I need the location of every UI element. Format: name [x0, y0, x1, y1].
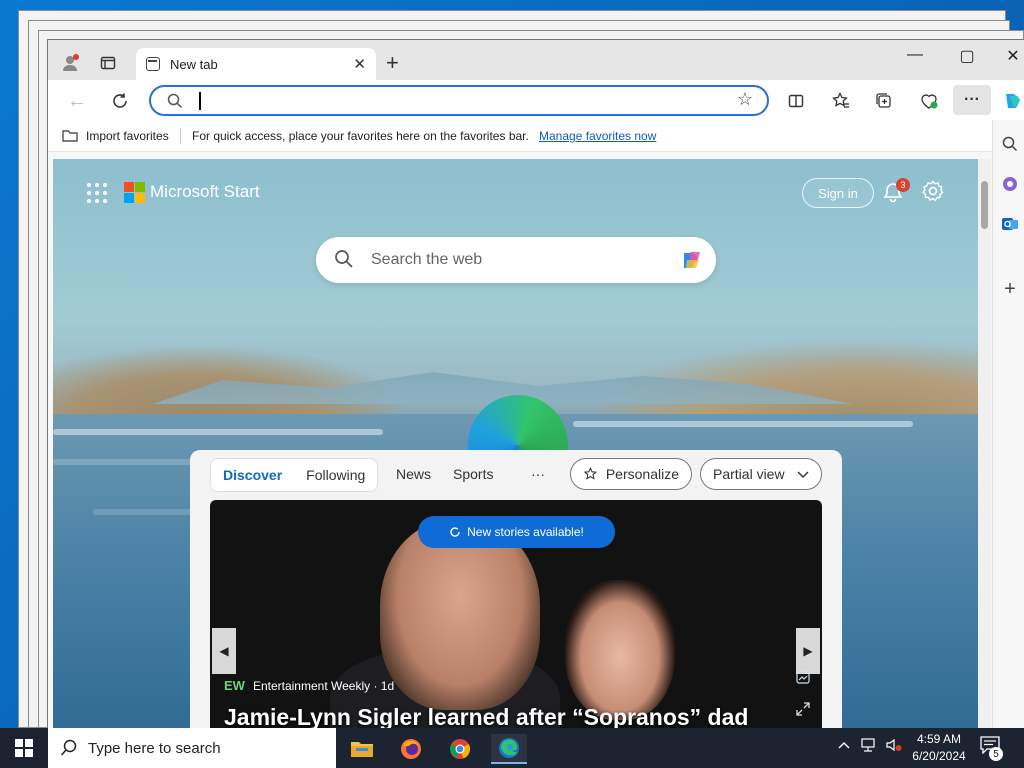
page-settings-gear-icon[interactable]: [921, 179, 947, 205]
web-search-box[interactable]: Search the web: [316, 237, 716, 283]
refresh-spinner-icon: [450, 527, 460, 537]
feed-tab-group: Discover Following: [210, 458, 379, 492]
new-stories-label: New stories available!: [467, 525, 584, 539]
taskbar-search-box[interactable]: Type here to search: [48, 728, 336, 768]
tab-new-tab[interactable]: New tab ✕: [136, 48, 376, 80]
add-favorite-star-icon[interactable]: ☆: [737, 89, 753, 110]
tab-discover[interactable]: Discover: [211, 458, 294, 492]
source-logo: EW: [224, 678, 245, 693]
sidebar-copilot-icon[interactable]: [999, 173, 1021, 195]
start-button[interactable]: [0, 728, 48, 768]
tab-actions-icon[interactable]: [97, 52, 119, 74]
favorites-divider: [180, 128, 181, 144]
action-center-icon[interactable]: 5: [980, 736, 1004, 761]
personalize-button[interactable]: Personalize: [570, 458, 692, 490]
split-screen-icon[interactable]: [783, 88, 809, 114]
feed-nav-news[interactable]: News: [396, 466, 431, 482]
search-icon: [60, 739, 77, 756]
search-placeholder: Search the web: [371, 251, 483, 268]
back-button[interactable]: ←: [64, 88, 90, 114]
feed-nav-sports[interactable]: Sports: [453, 466, 493, 482]
address-bar[interactable]: ☆: [149, 85, 769, 116]
title-bar: New tab ✕ + — ▢ ✕: [48, 40, 1024, 80]
scrollbar-thumb[interactable]: [981, 181, 988, 229]
import-favorites-icon: [62, 130, 78, 142]
file-explorer-icon[interactable]: [344, 734, 380, 764]
search-icon: [334, 249, 354, 274]
clock-date: 6/20/2024: [912, 749, 966, 763]
story-photo-person: [565, 580, 675, 720]
new-tab-button[interactable]: +: [386, 52, 399, 74]
system-tray: [838, 738, 902, 755]
page-scrollbar[interactable]: [978, 159, 991, 728]
taskbar-search-placeholder: Type here to search: [88, 739, 221, 757]
sidebar-add-icon[interactable]: +: [999, 278, 1021, 300]
carousel-previous-button[interactable]: ◀: [212, 628, 236, 674]
search-icon: [167, 93, 183, 114]
story-photo-person: [380, 520, 540, 710]
featured-story-card[interactable]: New stories available! ◀ ▶ EW Entertainm…: [210, 500, 822, 728]
manage-favorites-link[interactable]: Manage favorites now: [539, 129, 656, 143]
feed-nav-more[interactable]: ···: [531, 466, 545, 482]
notifications-bell-icon[interactable]: 3: [882, 178, 910, 207]
favorites-hint: For quick access, place your favorites h…: [192, 129, 529, 143]
navigation-toolbar: ← ☆ ···: [48, 80, 1024, 120]
favorites-icon[interactable]: [828, 88, 854, 114]
sidebar-search-icon[interactable]: [999, 133, 1021, 155]
notifications-count-badge: 3: [896, 178, 910, 192]
source-label: Entertainment Weekly · 1d: [252, 678, 395, 693]
new-tab-page: Microsoft Start Sign in 3 Search the web…: [53, 159, 978, 728]
import-favorites-label: Import favorites: [86, 129, 169, 143]
notification-count-badge: 5: [989, 747, 1003, 761]
edge-sidebar: +: [992, 120, 1024, 728]
close-tab-icon[interactable]: ✕: [353, 55, 366, 73]
new-tab-favicon-icon: [146, 57, 160, 71]
edge-taskbar-icon[interactable]: [491, 734, 527, 764]
app-launcher-icon[interactable]: [87, 183, 107, 203]
background-shoreline: [573, 421, 913, 427]
tab-following[interactable]: Following: [294, 458, 377, 492]
show-hidden-icons-chevron-icon[interactable]: [838, 738, 850, 755]
firefox-icon[interactable]: [393, 734, 429, 764]
network-icon[interactable]: [860, 738, 876, 755]
story-headline[interactable]: Jamie-Lynn Sigler learned after “Soprano…: [224, 704, 814, 728]
minimize-button[interactable]: —: [900, 46, 930, 64]
volume-muted-icon[interactable]: [886, 738, 902, 755]
story-source: EW Entertainment Weekly · 1d: [224, 678, 394, 693]
view-mode-label: Partial view: [713, 466, 785, 482]
edge-browser-window: New tab ✕ + — ▢ ✕ ← ☆ ··· Import favorit…: [47, 39, 1024, 728]
brand-title[interactable]: Microsoft Start: [150, 182, 260, 202]
collections-icon[interactable]: [871, 88, 897, 114]
news-feed-panel: Discover Following News Sports ··· Perso…: [190, 450, 842, 728]
new-stories-banner[interactable]: New stories available!: [418, 516, 615, 548]
chevron-down-icon: [797, 466, 809, 482]
image-view-icon[interactable]: [796, 670, 810, 687]
taskbar-clock[interactable]: 4:59 AM 6/20/2024: [903, 731, 975, 765]
personalize-star-icon: [583, 466, 598, 480]
personalize-label: Personalize: [605, 466, 679, 482]
refresh-button[interactable]: [107, 88, 133, 114]
chrome-icon[interactable]: [442, 734, 478, 764]
favorites-bar: Import favorites For quick access, place…: [48, 120, 1024, 152]
windows-taskbar: Type here to search 4:59 AM 6/20/2024 5: [0, 728, 1024, 768]
clock-time: 4:59 AM: [916, 732, 962, 746]
sign-in-button[interactable]: Sign in: [802, 178, 874, 208]
sidebar-outlook-icon[interactable]: [999, 213, 1021, 235]
text-cursor: [199, 92, 201, 110]
copilot-icon[interactable]: [1000, 88, 1024, 114]
profile-icon[interactable]: [60, 52, 82, 74]
tab-title: New tab: [170, 56, 218, 72]
windows-logo-icon: [15, 739, 33, 757]
maximize-button[interactable]: ▢: [952, 46, 982, 66]
carousel-next-button[interactable]: ▶: [796, 628, 820, 674]
copilot-icon[interactable]: [678, 246, 706, 274]
settings-and-more-button[interactable]: ···: [953, 85, 991, 115]
browser-essentials-icon[interactable]: [916, 88, 942, 114]
import-favorites-button[interactable]: Import favorites: [62, 129, 169, 143]
view-mode-dropdown[interactable]: Partial view: [700, 458, 822, 490]
microsoft-logo-icon: [124, 182, 145, 203]
close-window-button[interactable]: ✕: [998, 46, 1024, 66]
background-shoreline: [53, 429, 383, 435]
